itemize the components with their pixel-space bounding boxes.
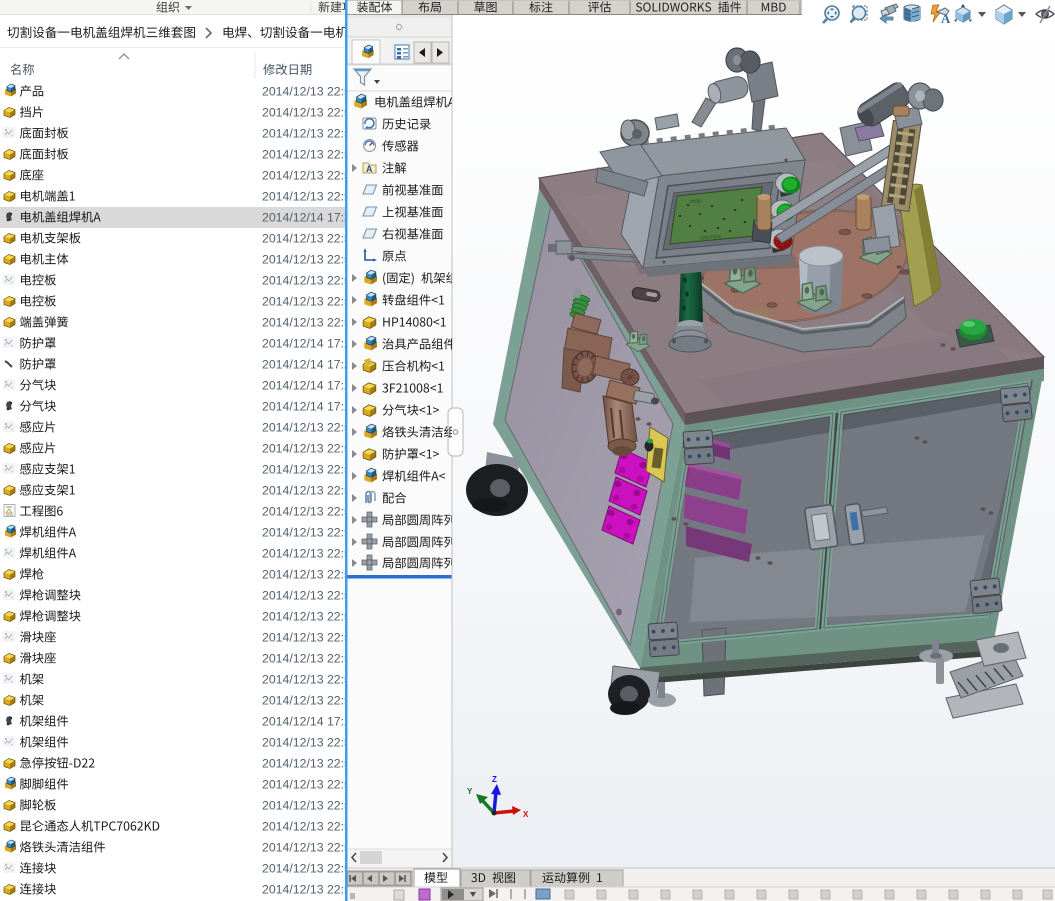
- svg-text:2014/12/13 22:5: 2014/12/13 22:5: [262, 694, 351, 708]
- svg-text:2014/12/13 22:5: 2014/12/13 22:5: [262, 463, 351, 477]
- svg-text:2014/12/13 22:5: 2014/12/13 22:5: [262, 484, 351, 498]
- svg-text:2014/12/13 22:5: 2014/12/13 22:5: [262, 85, 351, 99]
- svg-text:A: A: [366, 164, 373, 174]
- svg-text:2014/12/13 22:5: 2014/12/13 22:5: [262, 589, 351, 603]
- svg-text:2014/12/13 22:5: 2014/12/13 22:5: [262, 295, 351, 309]
- svg-text:2014/12/13 22:5: 2014/12/13 22:5: [262, 736, 351, 750]
- svg-text:A: A: [941, 11, 951, 26]
- svg-text:2014/12/13 22:5: 2014/12/13 22:5: [262, 127, 351, 141]
- svg-text:2014/12/13 22:5: 2014/12/13 22:5: [262, 526, 351, 540]
- svg-text:2014/12/13 22:5: 2014/12/13 22:5: [262, 505, 351, 519]
- svg-text:2014/12/13 22:5: 2014/12/13 22:5: [262, 190, 351, 204]
- svg-text:2014/12/14 17:2: 2014/12/14 17:2: [262, 400, 351, 414]
- svg-text:2014/12/13 22:5: 2014/12/13 22:5: [262, 547, 351, 561]
- svg-text:Z: Z: [492, 775, 497, 784]
- svg-text:2014/12/13 22:5: 2014/12/13 22:5: [262, 421, 351, 435]
- svg-text:2014/12/14 17:2: 2014/12/14 17:2: [262, 211, 351, 225]
- svg-text:2014/12/13 22:5: 2014/12/13 22:5: [262, 862, 351, 876]
- svg-text:2014/12/13 22:5: 2014/12/13 22:5: [262, 106, 351, 120]
- svg-text:2014/12/13 22:5: 2014/12/13 22:5: [262, 274, 351, 288]
- svg-text:2014/12/13 22:5: 2014/12/13 22:5: [262, 253, 351, 267]
- svg-text:2014/12/13 22:5: 2014/12/13 22:5: [262, 652, 351, 666]
- svg-text:2014/12/13 22:5: 2014/12/13 22:5: [262, 883, 351, 897]
- svg-text:2014/12/13 22:5: 2014/12/13 22:5: [262, 169, 351, 183]
- svg-text:2014/12/14 17:2: 2014/12/14 17:2: [262, 358, 351, 372]
- svg-text:2014/12/14 17:2: 2014/12/14 17:2: [262, 379, 351, 393]
- svg-text:2014/12/13 22:5: 2014/12/13 22:5: [262, 232, 351, 246]
- svg-text:2014/12/13 22:5: 2014/12/13 22:5: [262, 673, 351, 687]
- svg-text:2014/12/13 22:5: 2014/12/13 22:5: [262, 841, 351, 855]
- svg-text:X: X: [523, 810, 529, 819]
- svg-text:2014/12/13 22:5: 2014/12/13 22:5: [262, 610, 351, 624]
- svg-text:2014/12/14 17:2: 2014/12/14 17:2: [262, 715, 351, 729]
- svg-text:2014/12/13 22:5: 2014/12/13 22:5: [262, 799, 351, 813]
- svg-text:2014/12/13 22:5: 2014/12/13 22:5: [262, 148, 351, 162]
- svg-text:2014/12/13 22:5: 2014/12/13 22:5: [262, 316, 351, 330]
- svg-text:2014/12/13 22:5: 2014/12/13 22:5: [262, 820, 351, 834]
- svg-text:2014/12/13 22:5: 2014/12/13 22:5: [262, 442, 351, 456]
- svg-text:2014/12/13 22:5: 2014/12/13 22:5: [262, 778, 351, 792]
- svg-text:2014/12/13 22:5: 2014/12/13 22:5: [262, 631, 351, 645]
- svg-text:Y: Y: [467, 787, 473, 796]
- svg-text:2014/12/14 17:2: 2014/12/14 17:2: [262, 337, 351, 351]
- svg-text:2014/12/13 22:5: 2014/12/13 22:5: [262, 757, 351, 771]
- svg-text:2014/12/13 22:5: 2014/12/13 22:5: [262, 568, 351, 582]
